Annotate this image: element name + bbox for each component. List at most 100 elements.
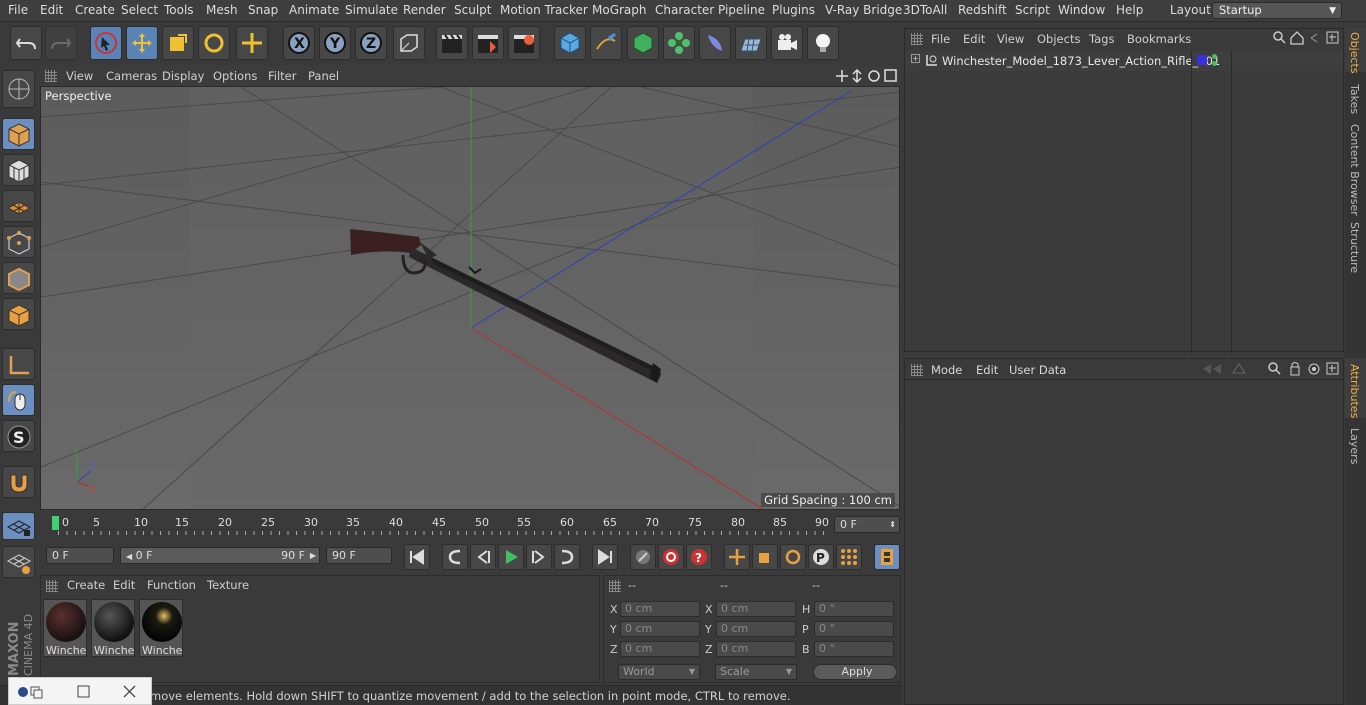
world-dropdown[interactable]: World ▼ xyxy=(618,664,700,680)
polygons-mode-button[interactable] xyxy=(2,298,35,330)
render-visibility-dot[interactable] xyxy=(1212,61,1217,66)
snap-button[interactable]: S xyxy=(2,420,35,452)
live-selection-button[interactable] xyxy=(90,26,122,60)
position-x-field[interactable]: 0 cm xyxy=(620,601,700,617)
menu-redshift[interactable]: Redshift xyxy=(958,3,1007,17)
keyframe-selection-button[interactable]: ? xyxy=(686,544,712,570)
timeline-ruler[interactable]: 0 5 10 15 20 25 30 35 40 45 50 55 60 65 … xyxy=(40,512,900,538)
points-mode-button[interactable] xyxy=(2,226,35,258)
menu-select[interactable]: Select xyxy=(121,3,158,17)
object-name[interactable]: Winchester_Model_1873_Lever_Action_Rifle… xyxy=(942,54,1220,68)
rotation-p-field[interactable]: 0 ° xyxy=(814,621,894,637)
viewport-menu-view[interactable]: View xyxy=(66,69,93,83)
floor-button[interactable] xyxy=(735,26,767,60)
axis-mode-button[interactable] xyxy=(2,348,35,380)
cube-button[interactable] xyxy=(554,26,586,60)
tab-attributes[interactable]: Attributes xyxy=(1348,364,1361,418)
object-menu-bookmarks[interactable]: Bookmarks xyxy=(1127,32,1191,46)
position-y-field[interactable]: 0 cm xyxy=(620,621,700,637)
menu-mograph[interactable]: MoGraph xyxy=(592,3,647,17)
menu-character[interactable]: Character xyxy=(655,3,714,17)
menu-vray-bridge[interactable]: V-Ray Bridge xyxy=(825,3,902,17)
magnet-button[interactable] xyxy=(2,466,35,498)
menu-tools[interactable]: Tools xyxy=(164,3,194,17)
editor-visibility-dot[interactable] xyxy=(1212,54,1217,59)
scale-tool-button[interactable] xyxy=(162,26,194,60)
move-tool-button[interactable] xyxy=(126,26,158,60)
y-axis-button[interactable]: Y xyxy=(319,26,351,60)
render-to-picture-viewer-button[interactable] xyxy=(472,26,504,60)
menu-edit[interactable]: Edit xyxy=(40,3,63,17)
viewport-menu-display[interactable]: Display xyxy=(162,69,204,83)
redo-button[interactable] xyxy=(45,26,77,60)
previous-key-button[interactable] xyxy=(442,544,468,570)
light-button[interactable] xyxy=(807,26,839,60)
app-restore-icon[interactable] xyxy=(17,684,45,700)
material-swatch[interactable]: Winches xyxy=(91,599,135,657)
autokey-button[interactable] xyxy=(658,544,684,570)
scale-dropdown[interactable]: Scale ▼ xyxy=(715,664,797,680)
coordinate-system-button[interactable] xyxy=(393,26,425,60)
object-menu-tags[interactable]: Tags xyxy=(1089,32,1114,46)
tab-layers[interactable]: Layers xyxy=(1348,428,1361,464)
object-menu-view[interactable]: View xyxy=(997,32,1024,46)
make-editable-button[interactable] xyxy=(2,70,35,108)
subdivision-button[interactable] xyxy=(627,26,659,60)
viewport-menu-filter[interactable]: Filter xyxy=(268,69,296,83)
deformer-button[interactable] xyxy=(699,26,731,60)
viewport-menu-panel[interactable]: Panel xyxy=(308,69,339,83)
key-position-button[interactable] xyxy=(724,544,750,570)
menu-sculpt[interactable]: Sculpt xyxy=(454,3,491,17)
go-to-end-button[interactable] xyxy=(592,544,618,570)
layout-dropdown[interactable]: Startup ▼ xyxy=(1212,2,1342,19)
key-pla-button[interactable] xyxy=(836,544,862,570)
attr-menu-mode[interactable]: Mode xyxy=(931,363,962,377)
material-menu-create[interactable]: Create xyxy=(67,578,105,592)
material-swatch[interactable]: Winches xyxy=(43,599,87,657)
tweak-mode-button[interactable] xyxy=(2,384,35,416)
lock-workplane-button[interactable] xyxy=(2,512,35,540)
size-z-field[interactable]: 0 cm xyxy=(716,641,796,657)
frame-ruler[interactable]: 0 5 10 15 20 25 30 35 40 45 50 55 60 65 … xyxy=(48,514,829,535)
viewport-3d[interactable]: Y Z X Perspective Grid Spacing : 100 cm xyxy=(40,86,900,510)
menu-pipeline[interactable]: Pipeline xyxy=(718,3,765,17)
position-z-field[interactable]: 0 cm xyxy=(620,641,700,657)
rotation-b-field[interactable]: 0 ° xyxy=(814,641,894,657)
workplane-button[interactable] xyxy=(2,190,35,222)
menu-snap[interactable]: Snap xyxy=(248,3,278,17)
texture-mode-button[interactable] xyxy=(2,154,35,186)
menu-simulate[interactable]: Simulate xyxy=(345,3,398,17)
key-parameter-button[interactable]: P xyxy=(808,544,834,570)
end-frame-field[interactable]: 90 F xyxy=(326,547,392,564)
material-menu-texture[interactable]: Texture xyxy=(207,578,249,592)
undo-button[interactable] xyxy=(10,26,42,60)
camera-button[interactable] xyxy=(771,26,803,60)
size-y-field[interactable]: 0 cm xyxy=(716,621,796,637)
cloner-button[interactable] xyxy=(663,26,695,60)
timeline-button[interactable] xyxy=(874,544,900,570)
previous-frame-button[interactable] xyxy=(470,544,496,570)
menu-script[interactable]: Script xyxy=(1015,3,1050,17)
render-settings-button[interactable] xyxy=(508,26,540,60)
material-swatch[interactable]: Winches xyxy=(139,599,183,657)
attr-menu-user-data[interactable]: User Data xyxy=(1009,363,1066,377)
pen-spline-button[interactable] xyxy=(590,26,622,60)
rotate-tool-button[interactable] xyxy=(198,26,230,60)
key-scale-button[interactable] xyxy=(752,544,778,570)
play-button[interactable] xyxy=(498,544,524,570)
maximize-icon[interactable] xyxy=(77,685,91,699)
object-menu-edit[interactable]: Edit xyxy=(963,32,985,46)
viewport-menu-options[interactable]: Options xyxy=(213,69,257,83)
tab-structure[interactable]: Structure xyxy=(1348,222,1361,273)
object-row[interactable]: + Winchester_Model_1873_Lever_Action_Rif… xyxy=(905,51,1343,353)
menu-motion-tracker[interactable]: Motion Tracker xyxy=(500,3,588,17)
apply-button[interactable]: Apply xyxy=(813,664,897,680)
layer-color-swatch[interactable] xyxy=(1197,55,1207,65)
frame-range-slider[interactable]: ◀ 0 F 90 F ▶ xyxy=(120,547,320,564)
menu-animate[interactable]: Animate xyxy=(289,3,339,17)
attr-menu-edit[interactable]: Edit xyxy=(976,363,998,377)
menu-3dtoall[interactable]: 3DToAll xyxy=(903,3,947,17)
start-frame-field[interactable]: 0 F xyxy=(46,547,114,564)
tab-objects[interactable]: Objects xyxy=(1348,32,1361,74)
menu-mesh[interactable]: Mesh xyxy=(206,3,238,17)
